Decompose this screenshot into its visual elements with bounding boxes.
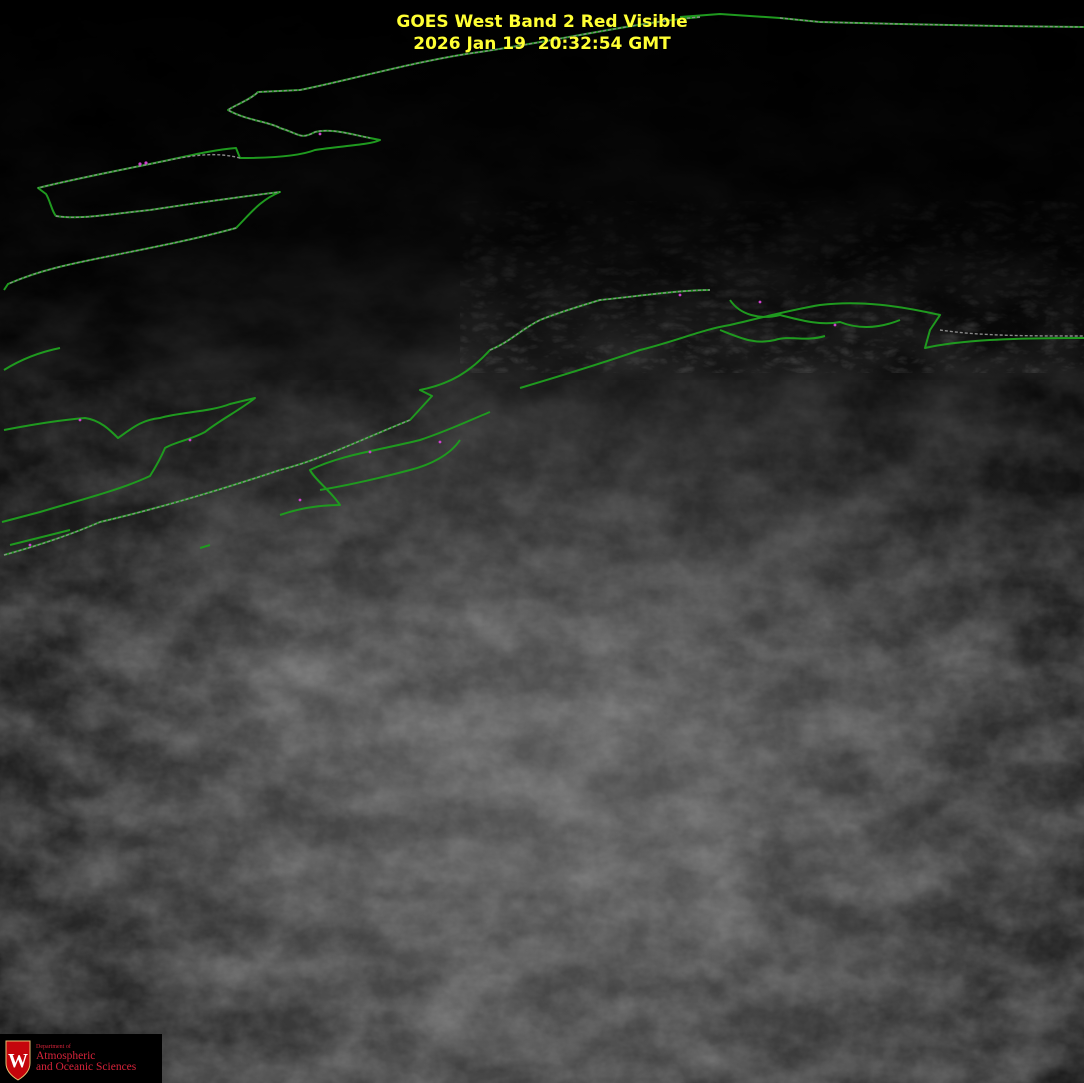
title-line-product: GOES West Band 2 Red Visible [396, 12, 688, 32]
logo-line-oceanic: and Oceanic Sciences [36, 1061, 137, 1073]
logo-dept-label: Department of [36, 1043, 71, 1050]
image-title: GOES West Band 2 Red Visible 2026 Jan 19… [0, 11, 1084, 55]
title-line-timestamp: 2026 Jan 19 20:32:54 GMT [413, 34, 671, 54]
aos-logo: W Department of Atmospheric and Oceanic … [0, 1034, 162, 1083]
uw-crest-icon: W [5, 1040, 31, 1081]
satellite-image [0, 0, 1084, 1083]
logo-text: Department of Atmospheric and Oceanic Sc… [36, 1044, 136, 1074]
satellite-viewer: GOES West Band 2 Red Visible 2026 Jan 19… [0, 0, 1084, 1083]
crest-letter: W [8, 1050, 28, 1072]
